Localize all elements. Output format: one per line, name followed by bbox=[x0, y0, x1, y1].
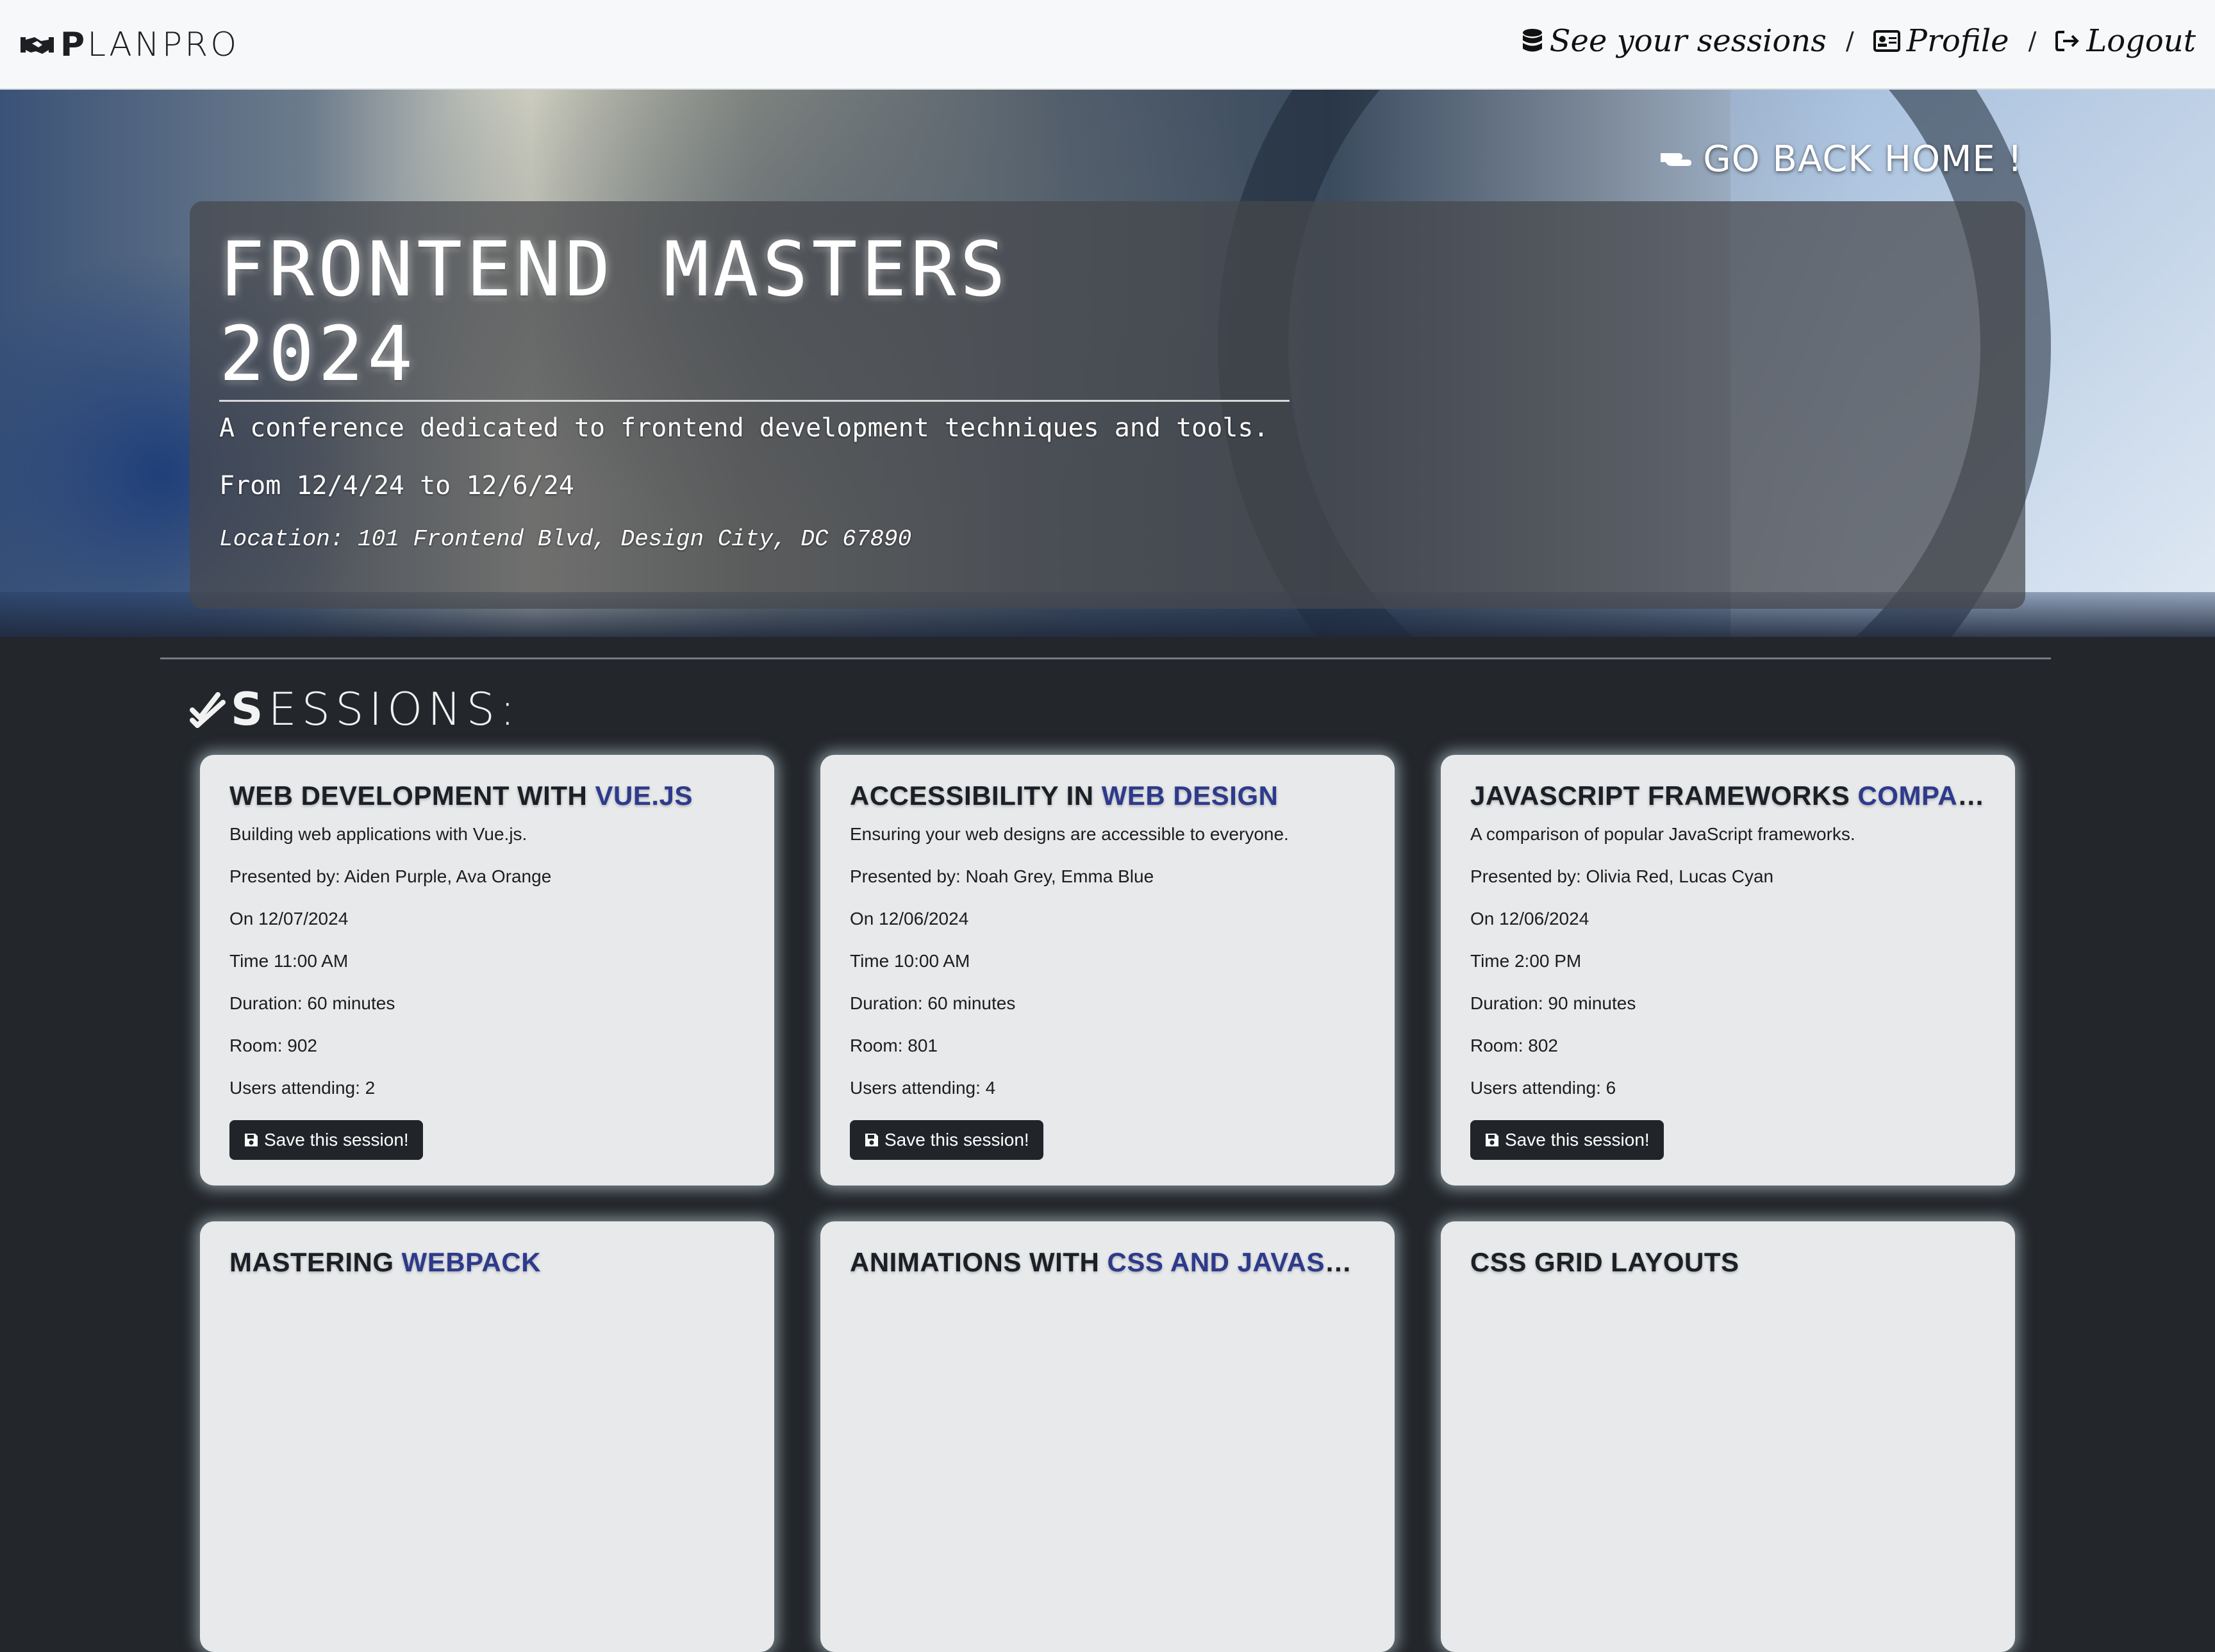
session-room: Room: 902 bbox=[229, 1036, 317, 1055]
sign-out-icon bbox=[2055, 31, 2080, 51]
nav-sessions-label: See your sessions bbox=[1549, 23, 1827, 59]
brand-logo[interactable]: PLANPRO bbox=[19, 23, 239, 67]
session-attendance: Users attending: 2 bbox=[229, 1078, 376, 1098]
session-duration: Duration: 60 minutes bbox=[850, 993, 1016, 1013]
hero-banner: GO BACK HOME ! FRONTEND MASTERS 2024 A co… bbox=[0, 90, 2215, 637]
brand-name: PLANPRO bbox=[60, 26, 240, 64]
session-presenters: Presented by: Noah Grey, Emma Blue bbox=[850, 866, 1154, 886]
session-title: ANIMATIONS WITH CSS AND JAVASCRIPT bbox=[850, 1247, 1365, 1277]
nav-sessions-link[interactable]: See your sessions bbox=[1522, 23, 1827, 59]
nav-links: See your sessions / Profile / Logout bbox=[1522, 19, 2196, 63]
event-dates: From 12/4/24 to 12/6/24 bbox=[219, 471, 574, 500]
session-card: WEB DEVELOPMENT WITH VUE.JS Building web… bbox=[200, 755, 774, 1185]
session-date: On 12/07/2024 bbox=[229, 909, 349, 929]
session-card: ACCESSIBILITY IN WEB DESIGN Ensuring you… bbox=[820, 755, 1395, 1185]
go-back-home-label: GO BACK HOME ! bbox=[1703, 138, 2023, 180]
save-session-label: Save this session! bbox=[1505, 1130, 1650, 1150]
navbar: PLANPRO See your sessions / Profile / Lo… bbox=[0, 0, 2215, 90]
session-room: Room: 802 bbox=[1470, 1036, 1558, 1055]
session-time: Time 10:00 AM bbox=[850, 951, 970, 971]
nav-profile-label: Profile bbox=[1906, 23, 2009, 59]
section-divider bbox=[160, 657, 2051, 659]
event-description: A conference dedicated to frontend devel… bbox=[219, 413, 1269, 443]
save-session-button[interactable]: Save this session! bbox=[1470, 1120, 1664, 1160]
nav-logout-link[interactable]: Logout bbox=[2055, 23, 2196, 59]
session-duration: Duration: 60 minutes bbox=[229, 993, 395, 1013]
save-session-button[interactable]: Save this session! bbox=[229, 1120, 423, 1160]
session-card: JAVASCRIPT FRAMEWORKS COMPARI... A compa… bbox=[1441, 755, 2015, 1185]
event-info-card: FRONTEND MASTERS 2024 A conference dedica… bbox=[190, 201, 2025, 609]
session-description: Building web applications with Vue.js. bbox=[229, 824, 527, 844]
handshake-icon bbox=[21, 37, 54, 54]
sessions-heading: SESSIONS: bbox=[190, 683, 520, 736]
nav-profile-link[interactable]: Profile bbox=[1873, 23, 2009, 59]
save-session-label: Save this session! bbox=[264, 1130, 409, 1150]
session-time: Time 11:00 AM bbox=[229, 951, 349, 971]
session-date: On 12/06/2024 bbox=[1470, 909, 1589, 929]
check-double-icon bbox=[190, 692, 226, 728]
save-session-button[interactable]: Save this session! bbox=[850, 1120, 1043, 1160]
session-room: Room: 801 bbox=[850, 1036, 938, 1055]
database-icon bbox=[1522, 29, 1542, 52]
session-card: ANIMATIONS WITH CSS AND JAVASCRIPT bbox=[820, 1221, 1395, 1652]
session-description: A comparison of popular JavaScript frame… bbox=[1470, 824, 1855, 844]
floppy-disk-icon bbox=[1486, 1134, 1498, 1146]
title-underline bbox=[219, 400, 1290, 402]
session-duration: Duration: 90 minutes bbox=[1470, 993, 1636, 1013]
session-title: ACCESSIBILITY IN WEB DESIGN bbox=[850, 781, 1279, 811]
floppy-disk-icon bbox=[245, 1134, 258, 1146]
session-date: On 12/06/2024 bbox=[850, 909, 969, 929]
id-card-icon bbox=[1873, 30, 1900, 52]
session-attendance: Users attending: 4 bbox=[850, 1078, 996, 1098]
event-location: Location: 101 Frontend Blvd, Design City… bbox=[219, 526, 912, 552]
nav-separator: / bbox=[1845, 27, 1854, 55]
nav-separator: / bbox=[2028, 27, 2037, 55]
session-title: MASTERING WEBPACK bbox=[229, 1247, 542, 1277]
hand-point-right-icon bbox=[1661, 153, 1692, 166]
session-presenters: Presented by: Olivia Red, Lucas Cyan bbox=[1470, 866, 1774, 886]
go-back-home-link[interactable]: GO BACK HOME ! bbox=[1659, 138, 2023, 180]
session-attendance: Users attending: 6 bbox=[1470, 1078, 1616, 1098]
session-time: Time 2:00 PM bbox=[1470, 951, 1582, 971]
session-presenters: Presented by: Aiden Purple, Ava Orange bbox=[229, 866, 552, 886]
event-title: FRONTEND MASTERS 2024 bbox=[219, 225, 1009, 398]
save-session-label: Save this session! bbox=[884, 1130, 1029, 1150]
session-title: CSS GRID LAYOUTS bbox=[1470, 1247, 1739, 1277]
session-title: JAVASCRIPT FRAMEWORKS COMPARI... bbox=[1470, 781, 1986, 811]
nav-logout-label: Logout bbox=[2086, 23, 2196, 59]
session-card: CSS GRID LAYOUTS bbox=[1441, 1221, 2015, 1652]
floppy-disk-icon bbox=[865, 1134, 878, 1146]
session-description: Ensuring your web designs are accessible… bbox=[850, 824, 1289, 844]
session-card: MASTERING WEBPACK bbox=[200, 1221, 774, 1652]
session-title: WEB DEVELOPMENT WITH VUE.JS bbox=[229, 781, 693, 811]
